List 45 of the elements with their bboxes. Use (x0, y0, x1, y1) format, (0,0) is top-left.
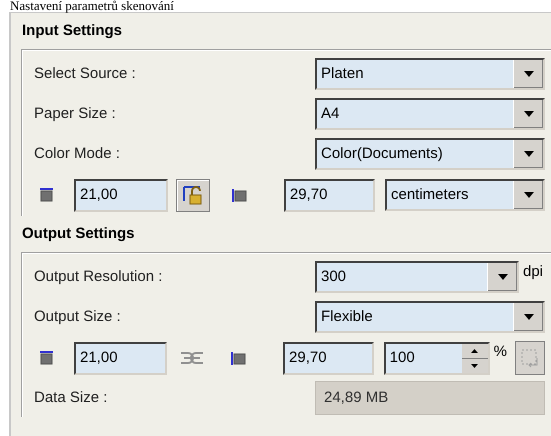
spin-buttons[interactable] (462, 344, 488, 372)
dropdown-button[interactable] (513, 140, 543, 168)
caret-icon (524, 151, 534, 157)
dropdown-button[interactable] (513, 60, 543, 88)
dropdown-field[interactable]: centimeters (385, 179, 545, 211)
field-label: Select Source : (34, 64, 137, 84)
dropdown-field[interactable]: Color(Documents) (315, 138, 545, 170)
dropdown-field[interactable]: Platen (315, 58, 545, 90)
unit-label: dpi (523, 262, 544, 282)
reset-button[interactable] (514, 341, 545, 375)
number-field[interactable]: 21,00 (74, 342, 168, 374)
width-icon (38, 350, 54, 366)
dropdown-button[interactable] (513, 181, 543, 209)
caret-icon (524, 314, 534, 320)
number-field[interactable]: 29,70 (283, 342, 374, 374)
height-icon (231, 350, 248, 366)
dropdown-field[interactable]: Flexible (315, 301, 545, 333)
data-size-value: 24,89 MB (315, 381, 545, 415)
dropdown-button[interactable] (487, 263, 517, 291)
caret-icon (524, 71, 534, 77)
up-icon (471, 348, 478, 352)
dropdown-field[interactable]: 300 (315, 261, 519, 293)
width-icon (38, 187, 54, 203)
field-label: Data Size : (34, 388, 108, 408)
dropdown-field[interactable]: A4 (315, 98, 545, 130)
percent-label: % (494, 342, 507, 362)
scale-spinner[interactable]: 100 (384, 342, 490, 374)
resize-icon (520, 348, 540, 368)
field-label: Paper Size : (34, 104, 117, 124)
down-icon (471, 364, 478, 368)
page-title: Nastavení parametrů skenování (9, 0, 175, 12)
caret-icon (498, 274, 508, 280)
caret-icon (524, 111, 534, 117)
field-label: Output Size : (34, 306, 122, 327)
number-field[interactable]: 21,00 (74, 178, 168, 212)
field-label: Output Resolution : (34, 266, 164, 287)
field-label: Color Mode : (34, 144, 121, 164)
caret-icon (524, 192, 534, 198)
dropdown-button[interactable] (513, 303, 543, 331)
dropdown-button[interactable] (513, 100, 543, 128)
number-field[interactable]: 29,70 (284, 178, 375, 212)
section-heading: Input Settings (21, 20, 123, 41)
section-heading: Output Settings (21, 224, 136, 244)
height-icon (232, 187, 248, 203)
lock-button[interactable] (176, 178, 210, 212)
